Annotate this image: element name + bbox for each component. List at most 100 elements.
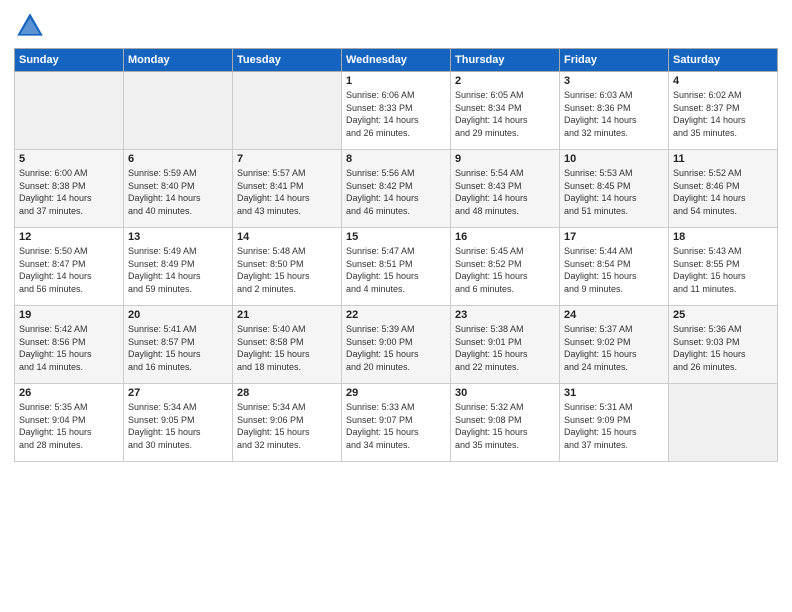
calendar-table: SundayMondayTuesdayWednesdayThursdayFrid…: [14, 48, 778, 462]
day-number: 3: [564, 75, 664, 87]
day-info: Sunrise: 5:35 AM Sunset: 9:04 PM Dayligh…: [19, 401, 119, 451]
calendar-cell: 11Sunrise: 5:52 AM Sunset: 8:46 PM Dayli…: [669, 150, 778, 228]
day-number: 8: [346, 153, 446, 165]
calendar-cell: 30 Sunrise: 5:32 AM Sunset: 9:08 PM Dayli…: [451, 384, 560, 462]
calendar-cell: 2 Sunrise: 6:05 AM Sunset: 8:34 PM Daylig…: [451, 72, 560, 150]
day-info: Sunrise: 5:49 AM Sunset: 8:49 PM Dayligh…: [128, 245, 228, 295]
calendar-cell: 8 Sunrise: 5:56 AM Sunset: 8:42 PM Daylig…: [342, 150, 451, 228]
calendar-cell: 21 Sunrise: 5:40 AM Sunset: 8:58 PM Dayli…: [233, 306, 342, 384]
day-number: 28: [237, 387, 337, 399]
logo: [14, 10, 50, 42]
day-info: Sunrise: 5:50 AM Sunset: 8:47 PM Dayligh…: [19, 245, 119, 295]
day-info: Sunrise: 5:59 AM Sunset: 8:40 PM Dayligh…: [128, 167, 228, 217]
day-number: 7: [237, 153, 337, 165]
day-info: Sunrise: 5:56 AM Sunset: 8:42 PM Dayligh…: [346, 167, 446, 217]
day-number: 9: [455, 153, 555, 165]
day-number: 1: [346, 75, 446, 87]
calendar-cell: 12Sunrise: 5:50 AM Sunset: 8:47 PM Dayli…: [15, 228, 124, 306]
day-number: 20: [128, 309, 228, 321]
day-info: Sunrise: 6:00 AM Sunset: 8:38 PM Dayligh…: [19, 167, 119, 217]
calendar-week-row: 26 Sunrise: 5:35 AM Sunset: 9:04 PM Dayli…: [15, 384, 778, 462]
day-number: 21: [237, 309, 337, 321]
calendar-cell: 23 Sunrise: 5:38 AM Sunset: 9:01 PM Dayli…: [451, 306, 560, 384]
day-number: 18: [673, 231, 773, 243]
day-number: 6: [128, 153, 228, 165]
day-number: 29: [346, 387, 446, 399]
calendar-cell: 20 Sunrise: 5:41 AM Sunset: 8:57 PM Dayli…: [124, 306, 233, 384]
calendar-cell: [233, 72, 342, 150]
day-info: Sunrise: 5:41 AM Sunset: 8:57 PM Dayligh…: [128, 323, 228, 373]
column-header-friday: Friday: [560, 49, 669, 72]
calendar-cell: 25 Sunrise: 5:36 AM Sunset: 9:03 PM Dayli…: [669, 306, 778, 384]
day-number: 27: [128, 387, 228, 399]
day-number: 14: [237, 231, 337, 243]
day-number: 24: [564, 309, 664, 321]
calendar-header-row: SundayMondayTuesdayWednesdayThursdayFrid…: [15, 49, 778, 72]
day-number: 2: [455, 75, 555, 87]
calendar-cell: 31 Sunrise: 5:31 AM Sunset: 9:09 PM Dayli…: [560, 384, 669, 462]
day-info: Sunrise: 5:31 AM Sunset: 9:09 PM Dayligh…: [564, 401, 664, 451]
column-header-monday: Monday: [124, 49, 233, 72]
header: [14, 10, 778, 42]
day-info: Sunrise: 5:57 AM Sunset: 8:41 PM Dayligh…: [237, 167, 337, 217]
day-number: 10: [564, 153, 664, 165]
calendar-cell: 10 Sunrise: 5:53 AM Sunset: 8:45 PM Dayli…: [560, 150, 669, 228]
calendar-week-row: 12Sunrise: 5:50 AM Sunset: 8:47 PM Dayli…: [15, 228, 778, 306]
logo-icon: [14, 10, 46, 42]
column-header-saturday: Saturday: [669, 49, 778, 72]
day-info: Sunrise: 5:42 AM Sunset: 8:56 PM Dayligh…: [19, 323, 119, 373]
day-info: Sunrise: 5:52 AM Sunset: 8:46 PM Dayligh…: [673, 167, 773, 217]
calendar-cell: 26 Sunrise: 5:35 AM Sunset: 9:04 PM Dayli…: [15, 384, 124, 462]
page-container: SundayMondayTuesdayWednesdayThursdayFrid…: [0, 0, 792, 470]
calendar-cell: [15, 72, 124, 150]
day-info: Sunrise: 5:38 AM Sunset: 9:01 PM Dayligh…: [455, 323, 555, 373]
calendar-cell: 22 Sunrise: 5:39 AM Sunset: 9:00 PM Dayli…: [342, 306, 451, 384]
day-info: Sunrise: 6:03 AM Sunset: 8:36 PM Dayligh…: [564, 89, 664, 139]
day-info: Sunrise: 5:54 AM Sunset: 8:43 PM Dayligh…: [455, 167, 555, 217]
column-header-tuesday: Tuesday: [233, 49, 342, 72]
day-info: Sunrise: 5:40 AM Sunset: 8:58 PM Dayligh…: [237, 323, 337, 373]
calendar-cell: 1 Sunrise: 6:06 AM Sunset: 8:33 PM Daylig…: [342, 72, 451, 150]
day-number: 13: [128, 231, 228, 243]
column-header-thursday: Thursday: [451, 49, 560, 72]
calendar-cell: 14 Sunrise: 5:48 AM Sunset: 8:50 PM Dayli…: [233, 228, 342, 306]
day-info: Sunrise: 5:48 AM Sunset: 8:50 PM Dayligh…: [237, 245, 337, 295]
day-info: Sunrise: 6:05 AM Sunset: 8:34 PM Dayligh…: [455, 89, 555, 139]
calendar-cell: 24 Sunrise: 5:37 AM Sunset: 9:02 PM Dayli…: [560, 306, 669, 384]
calendar-cell: 13 Sunrise: 5:49 AM Sunset: 8:49 PM Dayli…: [124, 228, 233, 306]
calendar-cell: [669, 384, 778, 462]
calendar-week-row: 1 Sunrise: 6:06 AM Sunset: 8:33 PM Daylig…: [15, 72, 778, 150]
day-number: 25: [673, 309, 773, 321]
day-number: 22: [346, 309, 446, 321]
day-info: Sunrise: 5:43 AM Sunset: 8:55 PM Dayligh…: [673, 245, 773, 295]
day-number: 31: [564, 387, 664, 399]
calendar-cell: 3 Sunrise: 6:03 AM Sunset: 8:36 PM Daylig…: [560, 72, 669, 150]
calendar-week-row: 19 Sunrise: 5:42 AM Sunset: 8:56 PM Dayli…: [15, 306, 778, 384]
day-info: Sunrise: 5:32 AM Sunset: 9:08 PM Dayligh…: [455, 401, 555, 451]
day-info: Sunrise: 5:34 AM Sunset: 9:06 PM Dayligh…: [237, 401, 337, 451]
day-info: Sunrise: 6:02 AM Sunset: 8:37 PM Dayligh…: [673, 89, 773, 139]
calendar-cell: 18 Sunrise: 5:43 AM Sunset: 8:55 PM Dayli…: [669, 228, 778, 306]
day-number: 17: [564, 231, 664, 243]
day-number: 26: [19, 387, 119, 399]
day-info: Sunrise: 5:33 AM Sunset: 9:07 PM Dayligh…: [346, 401, 446, 451]
day-info: Sunrise: 5:36 AM Sunset: 9:03 PM Dayligh…: [673, 323, 773, 373]
day-number: 5: [19, 153, 119, 165]
day-info: Sunrise: 5:34 AM Sunset: 9:05 PM Dayligh…: [128, 401, 228, 451]
calendar-cell: 29 Sunrise: 5:33 AM Sunset: 9:07 PM Dayli…: [342, 384, 451, 462]
calendar-cell: 9 Sunrise: 5:54 AM Sunset: 8:43 PM Daylig…: [451, 150, 560, 228]
calendar-cell: 7 Sunrise: 5:57 AM Sunset: 8:41 PM Daylig…: [233, 150, 342, 228]
day-info: Sunrise: 5:39 AM Sunset: 9:00 PM Dayligh…: [346, 323, 446, 373]
day-info: Sunrise: 5:47 AM Sunset: 8:51 PM Dayligh…: [346, 245, 446, 295]
calendar-cell: 16Sunrise: 5:45 AM Sunset: 8:52 PM Dayli…: [451, 228, 560, 306]
calendar-cell: [124, 72, 233, 150]
day-info: Sunrise: 5:37 AM Sunset: 9:02 PM Dayligh…: [564, 323, 664, 373]
calendar-cell: 4Sunrise: 6:02 AM Sunset: 8:37 PM Daylig…: [669, 72, 778, 150]
day-number: 15: [346, 231, 446, 243]
day-number: 30: [455, 387, 555, 399]
day-number: 23: [455, 309, 555, 321]
day-info: Sunrise: 6:06 AM Sunset: 8:33 PM Dayligh…: [346, 89, 446, 139]
day-info: Sunrise: 5:53 AM Sunset: 8:45 PM Dayligh…: [564, 167, 664, 217]
calendar-cell: 6 Sunrise: 5:59 AM Sunset: 8:40 PM Daylig…: [124, 150, 233, 228]
day-number: 19: [19, 309, 119, 321]
